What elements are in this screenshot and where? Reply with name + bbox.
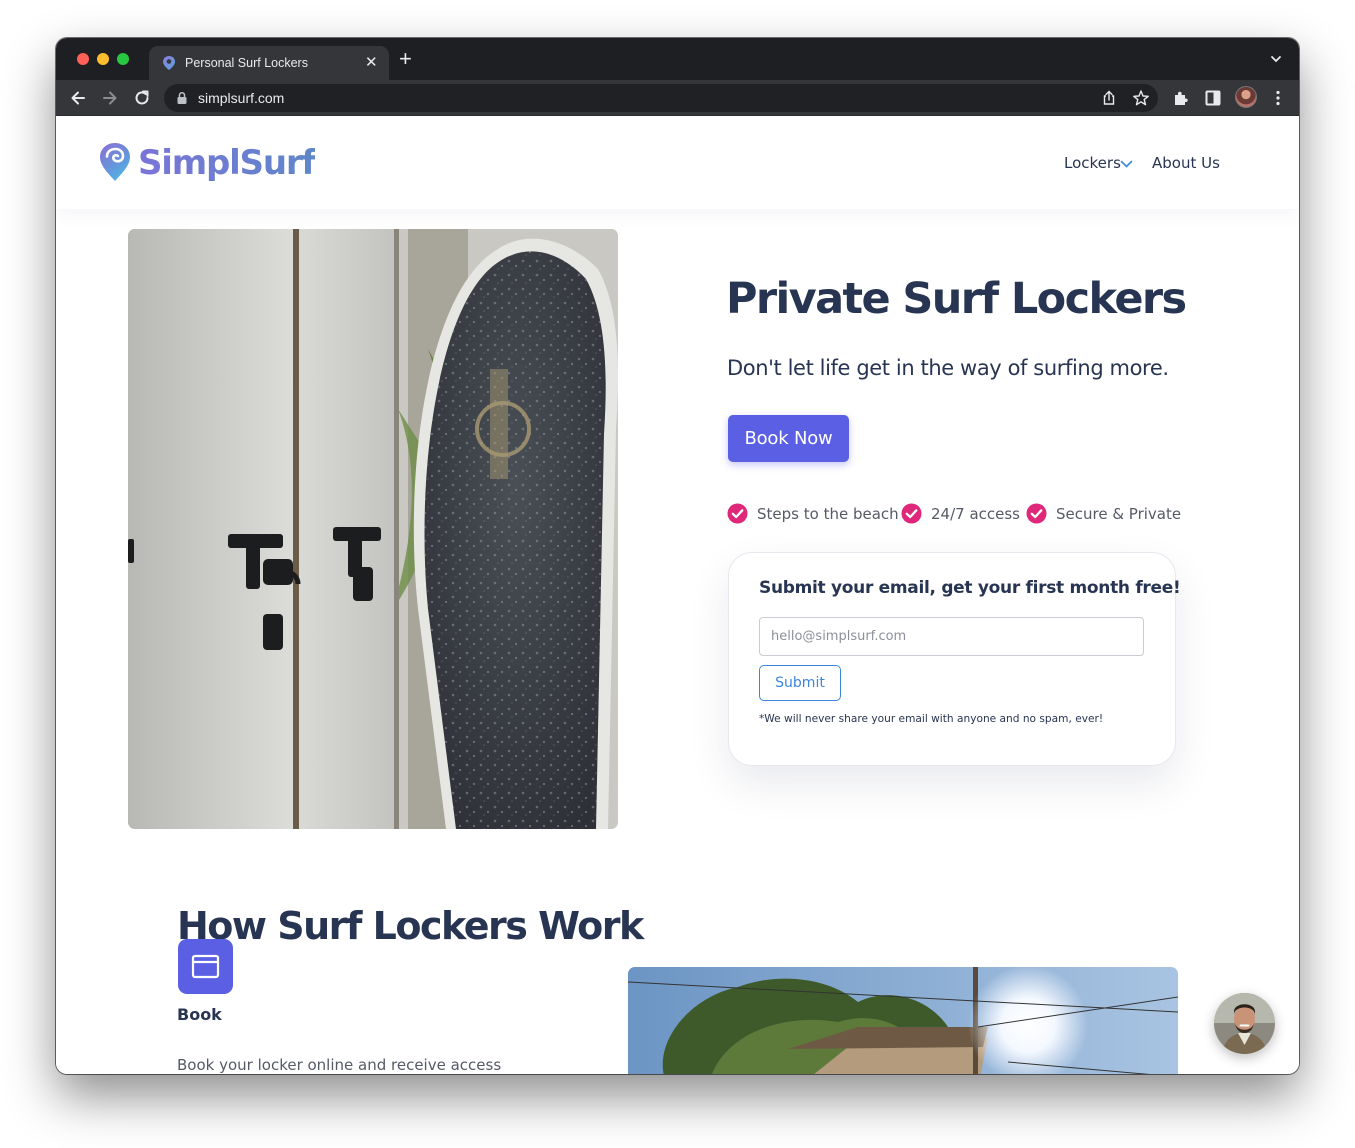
minimize-window-button[interactable] [97, 53, 109, 65]
check-circle-icon [901, 503, 922, 524]
logo-text[interactable]: SimplSurf [138, 143, 316, 183]
check-circle-icon [1026, 503, 1047, 524]
beach-locker-photo [628, 967, 1178, 1074]
hero-subtitle: Don't let life get in the way of surfing… [727, 356, 1169, 380]
site-header: SimplSurf Lockers About Us [56, 116, 1299, 209]
hero-locker-photo [128, 229, 618, 829]
tab-list-icon[interactable] [1269, 52, 1283, 66]
surfboard-locker-image [128, 229, 618, 829]
sidebar-icon[interactable] [1203, 88, 1223, 108]
submit-button[interactable]: Submit [759, 665, 841, 701]
email-signup-card: Submit your email, get your first month … [728, 552, 1181, 766]
book-now-button[interactable]: Book Now [728, 415, 849, 462]
new-tab-icon[interactable]: + [399, 48, 412, 70]
profile-avatar[interactable] [1235, 86, 1257, 108]
star-icon[interactable] [1132, 89, 1150, 107]
kebab-menu-icon[interactable] [1268, 88, 1288, 108]
check-circle-icon [727, 503, 748, 524]
beach-photo-image [628, 967, 1178, 1074]
nav-lockers-link[interactable]: Lockers [1064, 154, 1121, 172]
step-title: Book [177, 1005, 222, 1024]
feature-label: 24/7 access [931, 505, 1020, 523]
signup-title: Submit your email, get your first month … [759, 578, 1181, 598]
close-window-button[interactable] [77, 53, 89, 65]
extensions-icon[interactable] [1171, 88, 1191, 108]
person-avatar-image [1214, 993, 1275, 1054]
tab-strip: Personal Surf Lockers ✕ + [56, 38, 1299, 80]
how-it-works-title: How Surf Lockers Work [177, 904, 644, 948]
chat-widget-avatar[interactable] [1214, 993, 1275, 1054]
logo-pin-icon[interactable] [98, 141, 132, 183]
favicon-icon [163, 56, 175, 70]
reload-icon[interactable] [132, 88, 152, 108]
feature-label: Steps to the beach [757, 505, 899, 523]
privacy-disclaimer: *We will never share your email with any… [759, 713, 1104, 725]
forward-arrow-icon[interactable] [100, 88, 120, 108]
nav-about-link[interactable]: About Us [1152, 154, 1220, 172]
url-text: simplsurf.com [198, 90, 285, 106]
tab-title: Personal Surf Lockers [185, 56, 308, 70]
browser-window: Personal Surf Lockers ✕ + simplsurf.com [56, 38, 1299, 1074]
book-step-icon-tile [178, 939, 233, 994]
chevron-down-icon[interactable] [1120, 159, 1133, 169]
share-icon[interactable] [1100, 89, 1118, 107]
browser-window-icon [191, 954, 220, 979]
back-arrow-icon[interactable] [68, 88, 88, 108]
browser-toolbar: simplsurf.com [56, 80, 1299, 116]
email-field[interactable] [759, 617, 1144, 656]
lock-icon [177, 91, 187, 104]
hero-title: Private Surf Lockers [726, 274, 1187, 324]
feature-label: Secure & Private [1056, 505, 1182, 523]
step-description: Book your locker online and receive acce… [177, 1056, 502, 1074]
web-page: SimplSurf Lockers About Us Private Surf … [56, 116, 1299, 1074]
browser-tab[interactable]: Personal Surf Lockers ✕ [149, 46, 389, 80]
address-bar[interactable]: simplsurf.com [164, 84, 1158, 112]
tab-close-icon[interactable]: ✕ [365, 54, 378, 71]
zoom-window-button[interactable] [117, 53, 129, 65]
